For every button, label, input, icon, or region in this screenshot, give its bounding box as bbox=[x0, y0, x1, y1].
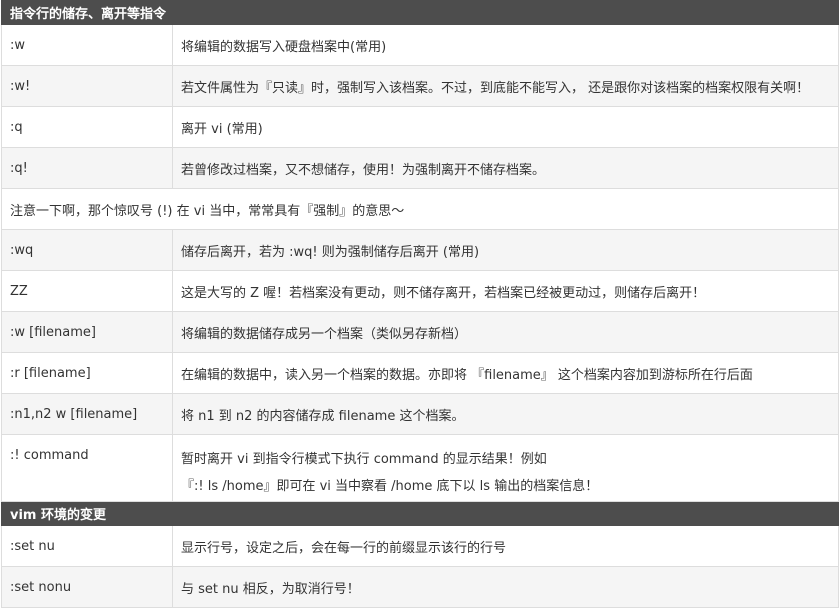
command-cell: :q bbox=[1, 106, 173, 148]
description-cell: 储存后离开，若为 :wq! 则为强制储存后离开 (常用) bbox=[171, 229, 839, 271]
command-table: 指令行的储存、离开等指令 :w 将编辑的数据写入硬盘档案中(常用) :w! 若文… bbox=[0, 0, 839, 608]
table-row: :set nonu 与 set nu 相反，为取消行号！ bbox=[1, 566, 839, 608]
section-header-save-exit: 指令行的储存、离开等指令 bbox=[0, 0, 839, 25]
command-cell: :r [filename] bbox=[1, 352, 173, 394]
table-row: :w! 若文件属性为『只读』时，强制写入该档案。不过，到底能不能写入， 还是跟你… bbox=[1, 65, 839, 107]
description-cell: 显示行号，设定之后，会在每一行的前缀显示该行的行号 bbox=[171, 525, 839, 567]
command-cell: :w bbox=[1, 24, 173, 66]
description-cell: 若曾修改过档案，又不想储存，使用！为强制离开不储存档案。 bbox=[171, 147, 839, 189]
table-row: :n1,n2 w [filename] 将 n1 到 n2 的内容储存成 fil… bbox=[1, 393, 839, 435]
table-row: :w [filename] 将编辑的数据储存成另一个档案（类似另存新档） bbox=[1, 311, 839, 353]
section-title: vim 环境的变更 bbox=[0, 501, 839, 526]
command-cell: :w [filename] bbox=[1, 311, 173, 353]
note-text: 注意一下啊，那个惊叹号 (!) 在 vi 当中，常常具有『强制』的意思～ bbox=[0, 188, 839, 230]
command-cell: :set nonu bbox=[1, 566, 173, 608]
description-cell: 离开 vi (常用) bbox=[171, 106, 839, 148]
table-row: ZZ 这是大写的 Z 喔！若档案没有更动，则不储存离开，若档案已经被更动过，则储… bbox=[1, 270, 839, 312]
note-row: 注意一下啊，那个惊叹号 (!) 在 vi 当中，常常具有『强制』的意思～ bbox=[0, 188, 839, 230]
table-row: :q 离开 vi (常用) bbox=[1, 106, 839, 148]
section-header-vim-environment: vim 环境的变更 bbox=[0, 501, 839, 526]
description-cell: 将编辑的数据写入硬盘档案中(常用) bbox=[171, 24, 839, 66]
table-row: :w 将编辑的数据写入硬盘档案中(常用) bbox=[1, 24, 839, 66]
table-row: :r [filename] 在编辑的数据中，读入另一个档案的数据。亦即将 『fi… bbox=[1, 352, 839, 394]
table-row: :wq 储存后离开，若为 :wq! 则为强制储存后离开 (常用) bbox=[1, 229, 839, 271]
command-cell: :! command bbox=[1, 434, 173, 502]
command-cell: :w! bbox=[1, 65, 173, 107]
description-cell: 这是大写的 Z 喔！若档案没有更动，则不储存离开，若档案已经被更动过，则储存后离… bbox=[171, 270, 839, 312]
description-cell: 将 n1 到 n2 的内容储存成 filename 这个档案。 bbox=[171, 393, 839, 435]
vim-command-reference: 指令行的储存、离开等指令 :w 将编辑的数据写入硬盘档案中(常用) :w! 若文… bbox=[0, 0, 839, 608]
command-cell: :wq bbox=[1, 229, 173, 271]
description-line-2: 『:! ls /home』即可在 vi 当中察看 /home 底下以 ls 输出… bbox=[181, 479, 599, 494]
description-line-1: 暂时离开 vi 到指令行模式下执行 command 的显示结果！例如 bbox=[181, 452, 547, 467]
table-row: :! command 暂时离开 vi 到指令行模式下执行 command 的显示… bbox=[1, 434, 839, 502]
command-cell: :q! bbox=[1, 147, 173, 189]
description-cell: 将编辑的数据储存成另一个档案（类似另存新档） bbox=[171, 311, 839, 353]
description-cell: 若文件属性为『只读』时，强制写入该档案。不过，到底能不能写入， 还是跟你对该档案… bbox=[171, 65, 839, 107]
table-row: :q! 若曾修改过档案，又不想储存，使用！为强制离开不储存档案。 bbox=[1, 147, 839, 189]
command-cell: ZZ bbox=[1, 270, 173, 312]
command-cell: :set nu bbox=[1, 525, 173, 567]
section-title: 指令行的储存、离开等指令 bbox=[0, 0, 839, 25]
command-cell: :n1,n2 w [filename] bbox=[1, 393, 173, 435]
table-row: :set nu 显示行号，设定之后，会在每一行的前缀显示该行的行号 bbox=[1, 525, 839, 567]
description-cell: 与 set nu 相反，为取消行号！ bbox=[171, 566, 839, 608]
description-cell: 在编辑的数据中，读入另一个档案的数据。亦即将 『filename』 这个档案内容… bbox=[171, 352, 839, 394]
description-cell: 暂时离开 vi 到指令行模式下执行 command 的显示结果！例如 『:! l… bbox=[171, 434, 839, 502]
